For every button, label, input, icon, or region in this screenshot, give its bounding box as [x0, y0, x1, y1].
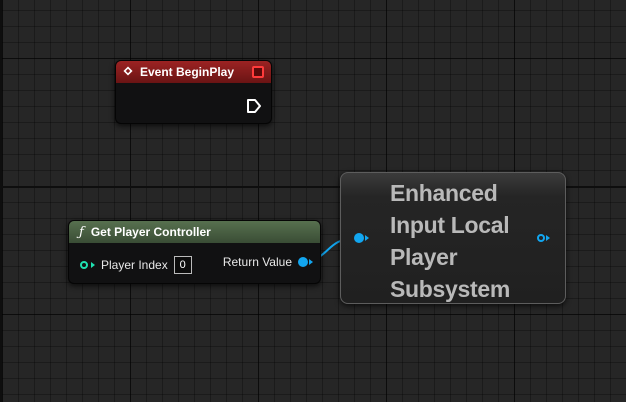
subsystem-title-line: Subsystem	[390, 276, 511, 302]
get-player-controller-node[interactable]: ƒ Get Player Controller Player Index 0 R…	[68, 220, 321, 284]
pin-arrow-icon	[309, 259, 313, 265]
subsystem-title-line: Enhanced	[390, 180, 498, 206]
exec-output-pin-icon[interactable]	[246, 98, 262, 114]
int-input-pin-icon[interactable]	[80, 261, 88, 269]
pin-arrow-icon	[546, 235, 550, 241]
subsystem-title-line: Input Local	[390, 212, 510, 238]
event-diamond-icon	[124, 67, 134, 77]
gpc-node-header[interactable]: ƒ Get Player Controller	[69, 221, 320, 243]
object-input-pin-icon[interactable]	[354, 233, 364, 243]
delegate-pin-icon[interactable]	[252, 66, 264, 78]
object-output-pin-icon[interactable]	[537, 234, 545, 242]
player-index-label: Player Index	[101, 258, 168, 272]
player-index-input[interactable]: 0	[173, 256, 192, 274]
subsystem-node-title: Enhanced Input Local Player Subsystem	[390, 177, 530, 305]
return-value-label: Return Value	[222, 255, 292, 269]
gpc-node-title: Get Player Controller	[90, 225, 211, 239]
pin-arrow-icon	[365, 235, 369, 241]
enhanced-input-subsystem-node[interactable]: Enhanced Input Local Player Subsystem	[340, 172, 566, 304]
event-node-title: Event BeginPlay	[140, 65, 235, 79]
player-index-pin-row: Player Index 0	[80, 256, 192, 274]
subsystem-title-line: Player	[390, 244, 458, 270]
function-icon: ƒ	[79, 224, 84, 240]
return-value-pin-row: Return Value	[223, 255, 313, 269]
event-node-header[interactable]: Event BeginPlay	[116, 61, 271, 83]
pin-arrow-icon	[91, 262, 95, 268]
object-output-pin-icon[interactable]	[298, 257, 308, 267]
event-beginplay-node[interactable]: Event BeginPlay	[115, 60, 272, 124]
